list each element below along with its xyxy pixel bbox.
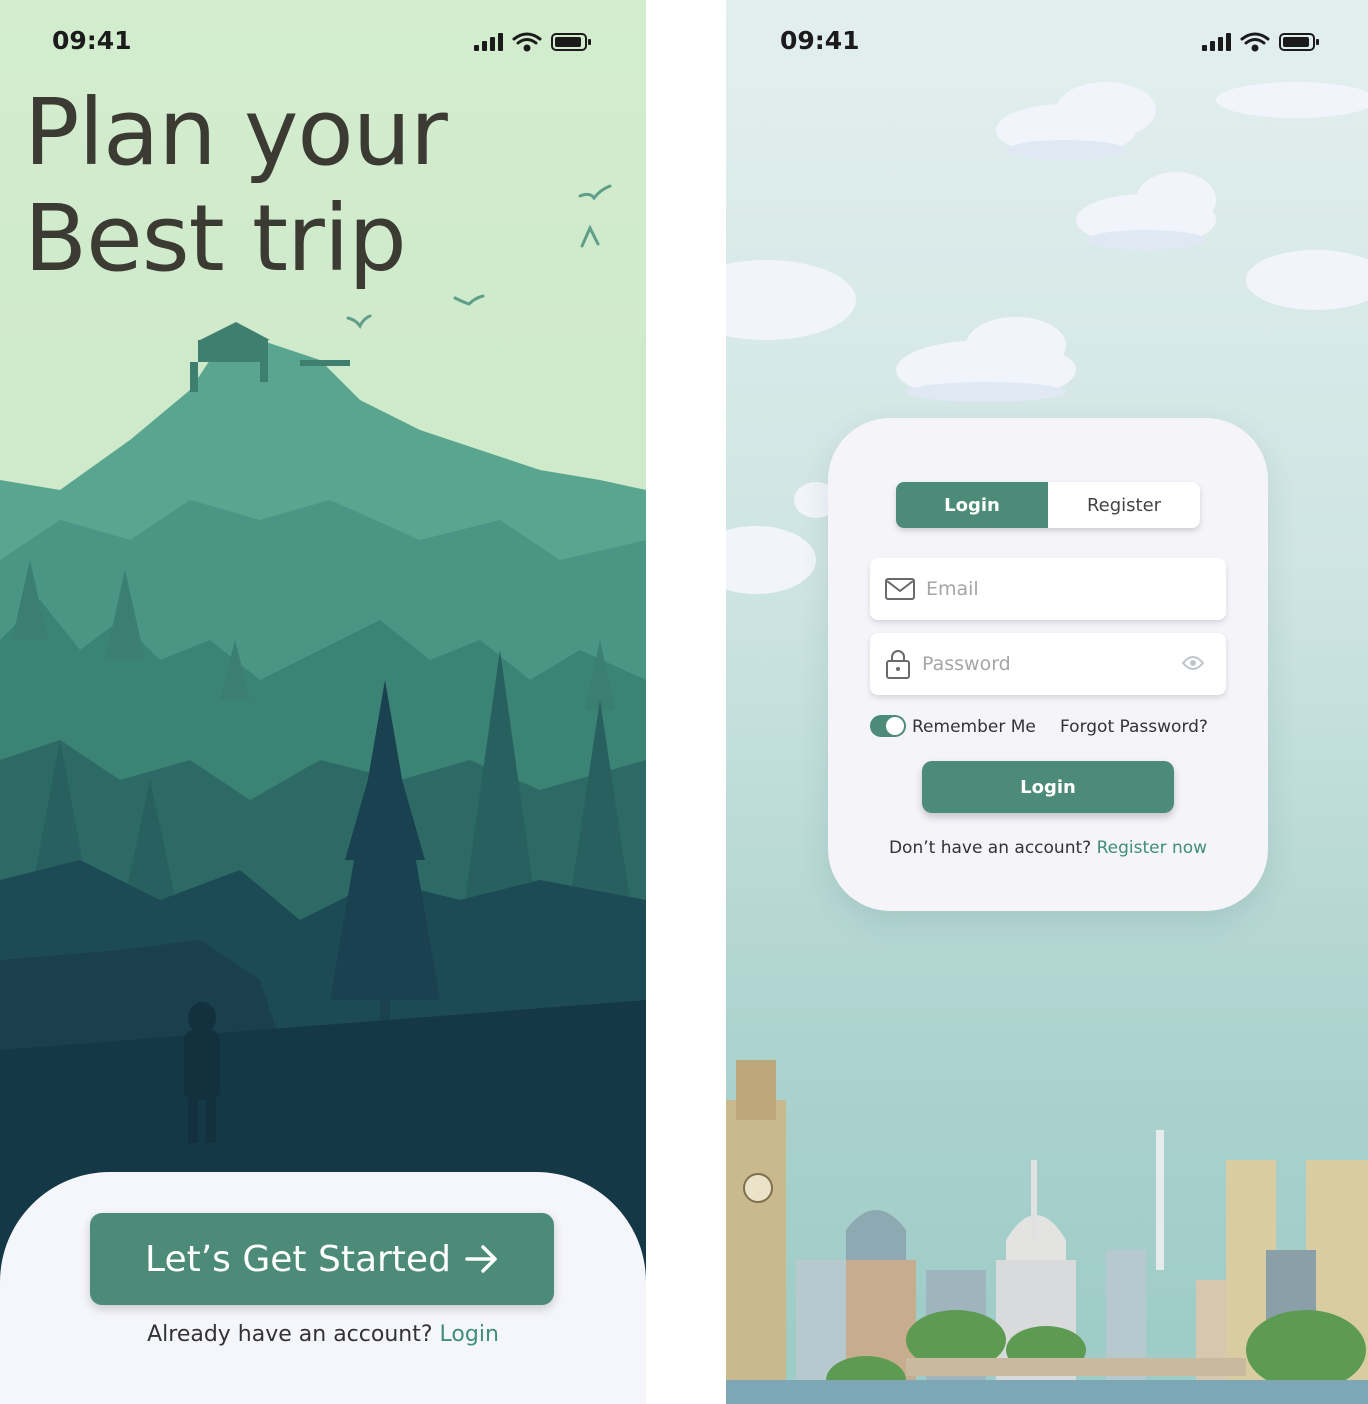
hero-title-line-2: Best trip xyxy=(24,185,407,292)
signin-prompt: Already have an account? xyxy=(147,1322,433,1347)
battery-icon xyxy=(551,33,591,51)
toggle-knob xyxy=(886,717,904,735)
register-prompt-line: Don’t have an account? Register now xyxy=(828,838,1268,858)
mail-icon xyxy=(885,578,915,600)
login-button[interactable]: Login xyxy=(922,761,1174,813)
status-icons xyxy=(474,32,591,52)
status-time: 09:41 xyxy=(52,26,132,55)
hero-title-line-1: Plan your xyxy=(24,79,448,186)
email-field[interactable] xyxy=(870,558,1226,620)
status-time: 09:41 xyxy=(780,26,860,55)
register-now-link[interactable]: Register now xyxy=(1097,838,1207,858)
email-input[interactable] xyxy=(926,578,1166,600)
wifi-icon xyxy=(512,32,542,52)
tab-register[interactable]: Register xyxy=(1048,482,1200,528)
status-bar: 09:41 xyxy=(52,26,612,56)
login-card: Login Register Remember Me xyxy=(828,418,1268,911)
signin-link[interactable]: Login xyxy=(440,1322,499,1347)
tab-login[interactable]: Login xyxy=(896,482,1048,528)
password-input[interactable] xyxy=(922,653,1162,675)
battery-icon xyxy=(1279,33,1319,51)
arrow-right-icon xyxy=(465,1245,497,1273)
get-started-label: Let’s Get Started xyxy=(145,1238,451,1280)
login-options: Remember Me Forgot Password? xyxy=(870,715,1226,741)
forgot-password-link[interactable]: Forgot Password? xyxy=(1060,717,1208,737)
remember-me-toggle[interactable] xyxy=(870,715,906,737)
signal-icon xyxy=(1202,33,1231,51)
remember-me-label: Remember Me xyxy=(912,717,1036,737)
get-started-button[interactable]: Let’s Get Started xyxy=(90,1213,554,1305)
signal-icon xyxy=(474,33,503,51)
signin-prompt-line: Already have an account? Login xyxy=(0,1322,646,1347)
eye-icon[interactable] xyxy=(1182,655,1204,671)
status-bar: 09:41 xyxy=(780,26,1340,56)
status-icons xyxy=(1202,32,1319,52)
wifi-icon xyxy=(1240,32,1270,52)
register-prompt: Don’t have an account? xyxy=(888,838,1092,858)
hero-title: Plan your Best trip xyxy=(24,80,584,292)
auth-tabs: Login Register xyxy=(896,482,1200,528)
login-screen: 09:41 Login Register Email Remember Me F… xyxy=(726,0,1368,1404)
password-field[interactable] xyxy=(870,633,1226,695)
lock-icon xyxy=(886,650,910,679)
welcome-screen: 09:41 Plan your Best trip Let’s Get Star… xyxy=(0,0,646,1404)
